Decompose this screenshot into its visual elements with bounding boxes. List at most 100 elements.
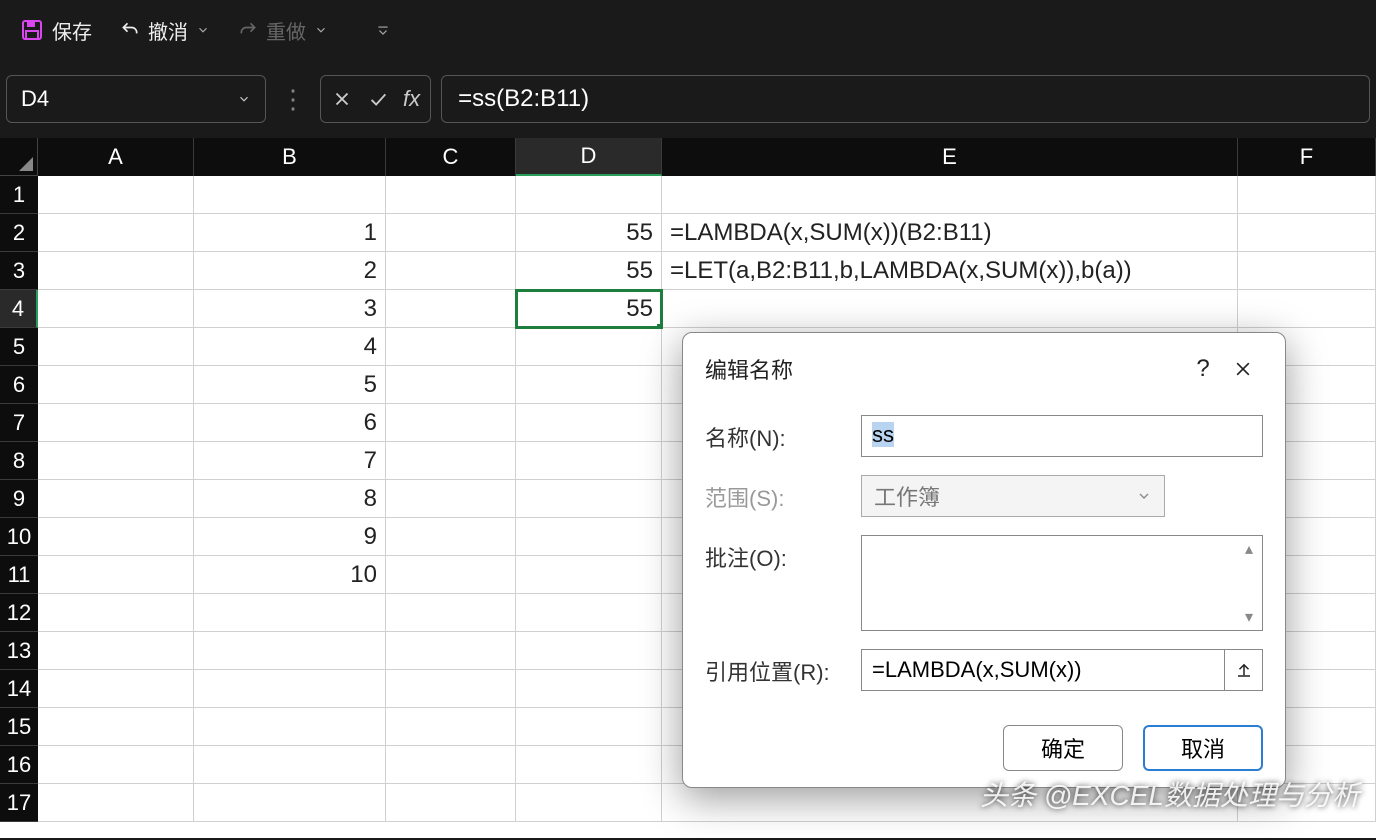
cell-B5[interactable]: 4	[194, 328, 386, 366]
cell-C11[interactable]	[386, 556, 516, 594]
row-header-9[interactable]: 9	[0, 480, 38, 518]
name-input[interactable]: ss	[861, 415, 1263, 457]
cancel-button[interactable]: 取消	[1143, 725, 1263, 771]
cell-C1[interactable]	[386, 176, 516, 214]
cell-B13[interactable]	[194, 632, 386, 670]
cancel-icon[interactable]	[331, 88, 353, 110]
cell-E3[interactable]: =LET(a,B2:B11,b,LAMBDA(x,SUM(x)),b(a))	[662, 252, 1238, 290]
cell-C15[interactable]	[386, 708, 516, 746]
cell-A2[interactable]	[38, 214, 194, 252]
cell-B6[interactable]: 5	[194, 366, 386, 404]
collapse-dialog-button[interactable]	[1225, 649, 1263, 691]
cell-D4[interactable]: 55	[516, 290, 662, 328]
cell-D13[interactable]	[516, 632, 662, 670]
cell-C17[interactable]	[386, 784, 516, 822]
cell-B15[interactable]	[194, 708, 386, 746]
cell-A8[interactable]	[38, 442, 194, 480]
row-header-5[interactable]: 5	[0, 328, 38, 366]
comment-textarea[interactable]: ▴ ▾	[861, 535, 1263, 631]
row-header-16[interactable]: 16	[0, 746, 38, 784]
row-header-1[interactable]: 1	[0, 176, 38, 214]
cell-B12[interactable]	[194, 594, 386, 632]
ok-button[interactable]: 确定	[1003, 725, 1123, 771]
chevron-down-icon[interactable]	[314, 23, 328, 37]
save-button[interactable]: 保存	[10, 10, 102, 51]
cell-C9[interactable]	[386, 480, 516, 518]
cell-D5[interactable]	[516, 328, 662, 366]
cell-A3[interactable]	[38, 252, 194, 290]
cell-C12[interactable]	[386, 594, 516, 632]
confirm-icon[interactable]	[367, 88, 389, 110]
cell-D9[interactable]	[516, 480, 662, 518]
column-header-A[interactable]: A	[38, 138, 194, 176]
row-header-13[interactable]: 13	[0, 632, 38, 670]
row-header-11[interactable]: 11	[0, 556, 38, 594]
cell-A13[interactable]	[38, 632, 194, 670]
chevron-down-icon[interactable]	[196, 23, 210, 37]
cell-D16[interactable]	[516, 746, 662, 784]
cell-A6[interactable]	[38, 366, 194, 404]
cell-F4[interactable]	[1238, 290, 1376, 328]
cell-A15[interactable]	[38, 708, 194, 746]
cell-D11[interactable]	[516, 556, 662, 594]
cell-B16[interactable]	[194, 746, 386, 784]
row-header-17[interactable]: 17	[0, 784, 38, 822]
cell-C4[interactable]	[386, 290, 516, 328]
cell-D12[interactable]	[516, 594, 662, 632]
redo-button[interactable]: 重做	[228, 10, 338, 51]
cell-C7[interactable]	[386, 404, 516, 442]
cell-D10[interactable]	[516, 518, 662, 556]
cell-E1[interactable]	[662, 176, 1238, 214]
cell-B2[interactable]: 1	[194, 214, 386, 252]
row-header-14[interactable]: 14	[0, 670, 38, 708]
cell-D2[interactable]: 55	[516, 214, 662, 252]
cell-D8[interactable]	[516, 442, 662, 480]
cell-A7[interactable]	[38, 404, 194, 442]
cell-F3[interactable]	[1238, 252, 1376, 290]
fx-icon[interactable]: fx	[403, 86, 420, 112]
cell-E4[interactable]	[662, 290, 1238, 328]
undo-button[interactable]: 撤消	[110, 10, 220, 51]
row-header-6[interactable]: 6	[0, 366, 38, 404]
customize-qat[interactable]	[366, 17, 400, 43]
cell-D17[interactable]	[516, 784, 662, 822]
cell-C3[interactable]	[386, 252, 516, 290]
cell-B7[interactable]: 6	[194, 404, 386, 442]
cell-A9[interactable]	[38, 480, 194, 518]
cell-B11[interactable]: 10	[194, 556, 386, 594]
formula-input[interactable]: =ss(B2:B11)	[441, 75, 1370, 123]
cell-A11[interactable]	[38, 556, 194, 594]
row-header-2[interactable]: 2	[0, 214, 38, 252]
cell-F1[interactable]	[1238, 176, 1376, 214]
cell-C10[interactable]	[386, 518, 516, 556]
cell-A1[interactable]	[38, 176, 194, 214]
cell-B4[interactable]: 3	[194, 290, 386, 328]
cell-F2[interactable]	[1238, 214, 1376, 252]
column-header-C[interactable]: C	[386, 138, 516, 176]
cell-A10[interactable]	[38, 518, 194, 556]
close-button[interactable]	[1223, 349, 1263, 389]
name-box[interactable]: D4	[6, 75, 266, 123]
cell-B1[interactable]	[194, 176, 386, 214]
column-header-B[interactable]: B	[194, 138, 386, 176]
cell-C13[interactable]	[386, 632, 516, 670]
scroll-up-icon[interactable]: ▴	[1238, 538, 1260, 560]
cell-B14[interactable]	[194, 670, 386, 708]
cell-A12[interactable]	[38, 594, 194, 632]
cell-A17[interactable]	[38, 784, 194, 822]
refers-input[interactable]: =LAMBDA(x,SUM(x))	[861, 649, 1225, 691]
row-header-7[interactable]: 7	[0, 404, 38, 442]
row-header-12[interactable]: 12	[0, 594, 38, 632]
cell-C16[interactable]	[386, 746, 516, 784]
select-all-corner[interactable]	[0, 138, 38, 176]
help-button[interactable]: ?	[1183, 349, 1223, 389]
cell-B3[interactable]: 2	[194, 252, 386, 290]
row-header-3[interactable]: 3	[0, 252, 38, 290]
cell-D14[interactable]	[516, 670, 662, 708]
cell-C14[interactable]	[386, 670, 516, 708]
cell-A14[interactable]	[38, 670, 194, 708]
cell-D1[interactable]	[516, 176, 662, 214]
cell-C2[interactable]	[386, 214, 516, 252]
cell-B9[interactable]: 8	[194, 480, 386, 518]
row-header-8[interactable]: 8	[0, 442, 38, 480]
